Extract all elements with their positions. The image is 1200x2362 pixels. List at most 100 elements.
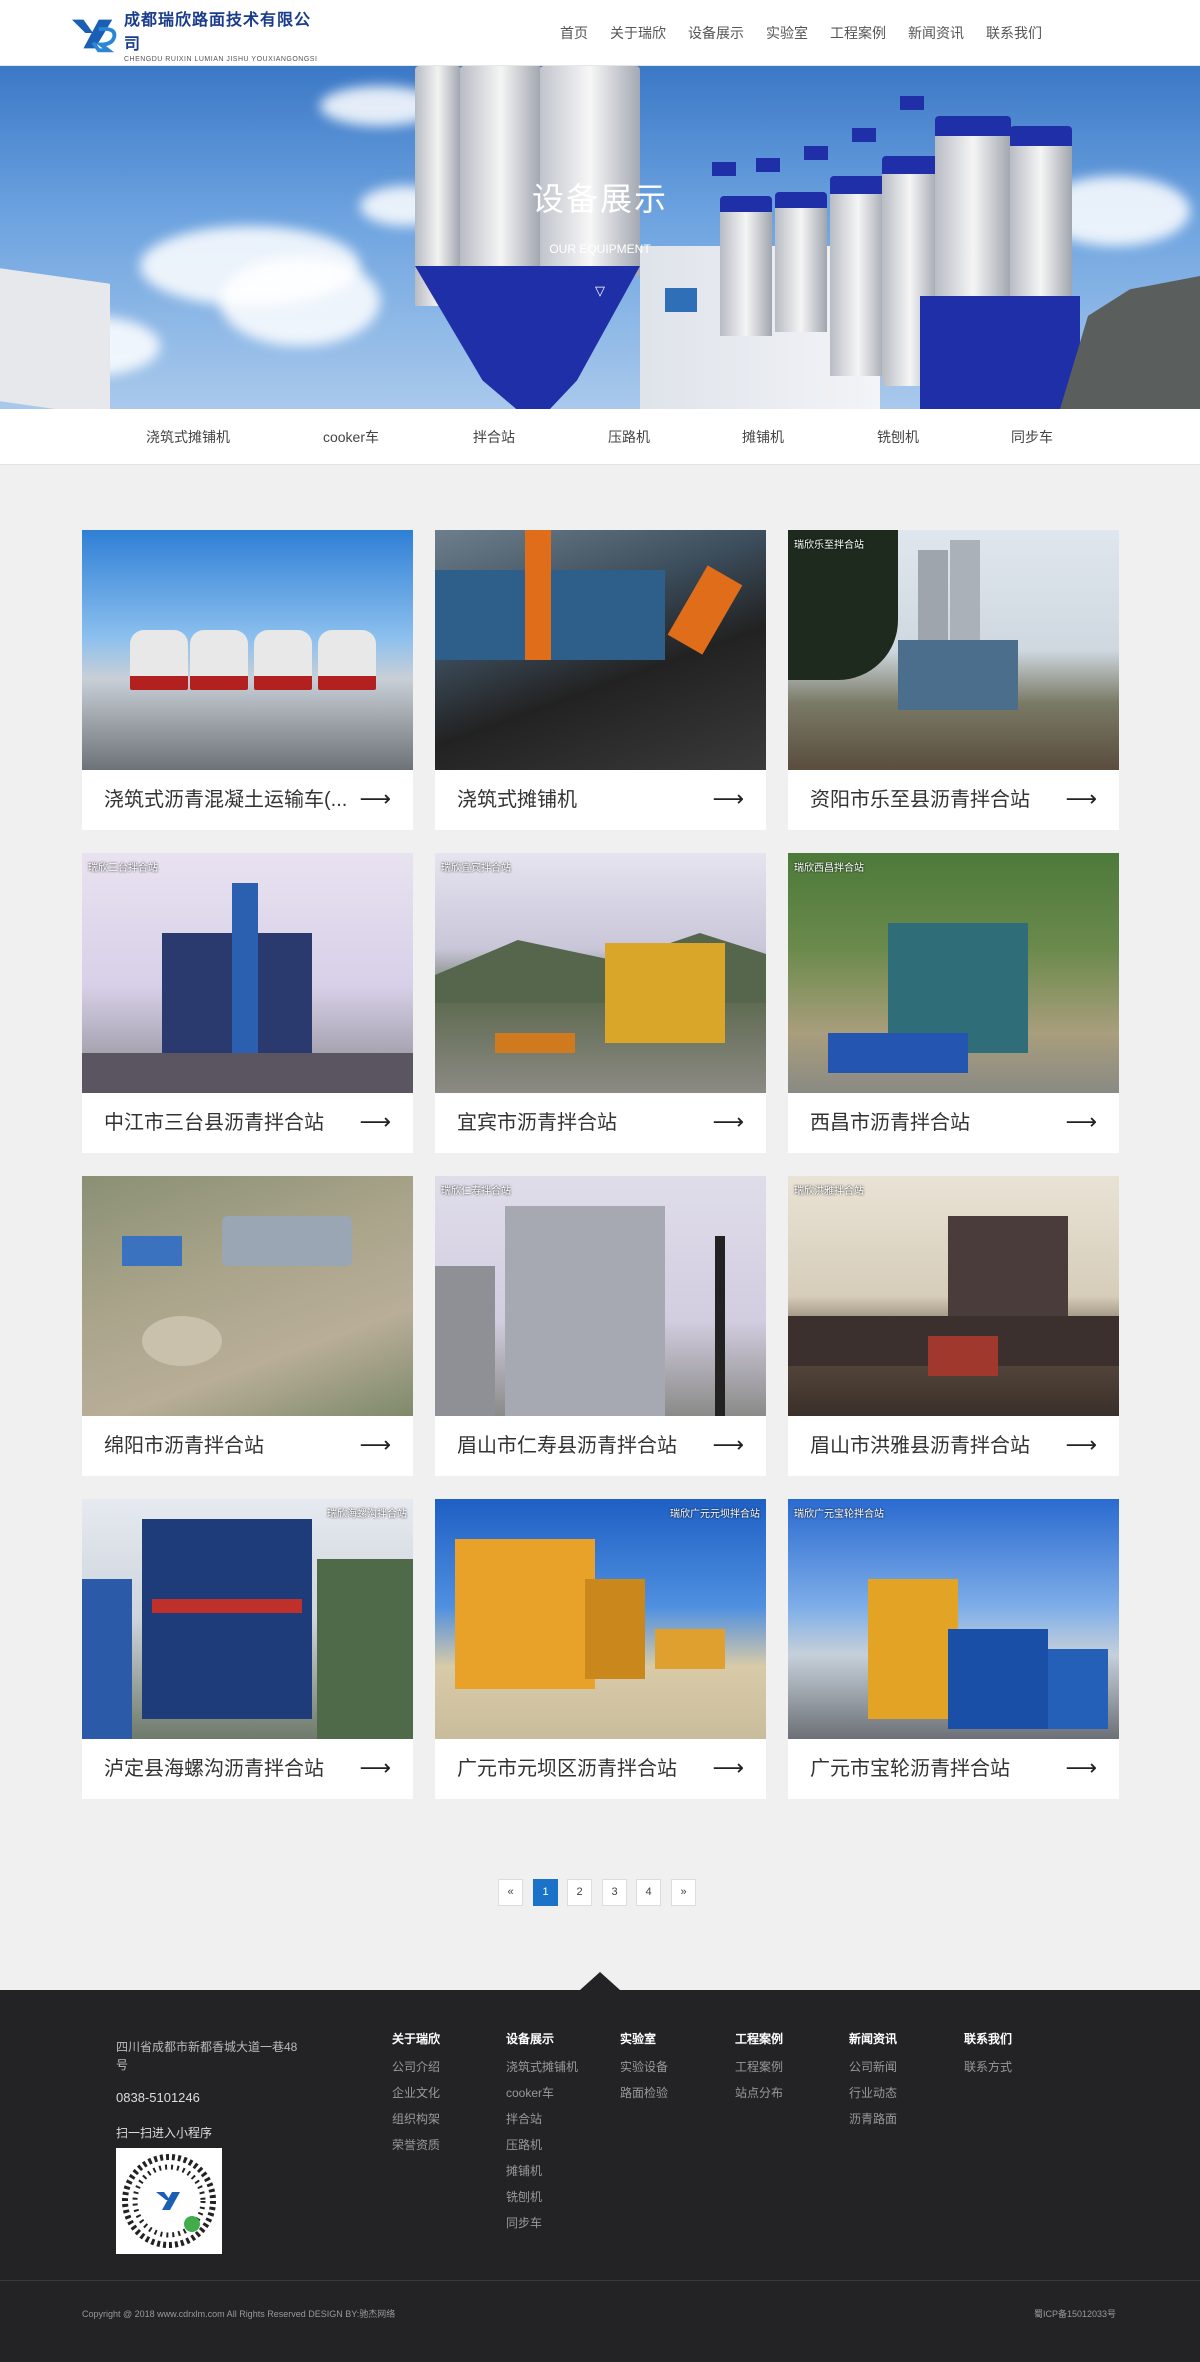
pagination-page[interactable]: 2 — [567, 1879, 592, 1906]
card-title[interactable]: 中江市三台县沥青拌合站 — [104, 1093, 364, 1153]
arrow-right-icon[interactable]: ⟶ — [712, 770, 744, 830]
footer-link[interactable]: 实验设备 — [620, 2058, 668, 2075]
footer-link[interactable]: cooker车 — [506, 2084, 554, 2101]
banner-subtitle: OUR EQUIPMENT — [549, 242, 651, 256]
footer-link[interactable]: 沥青路面 — [849, 2110, 897, 2127]
footer-phone: 0838-5101246 — [116, 2090, 200, 2105]
equipment-card[interactable]: 瑞欣三台拌合站 中江市三台县沥青拌合站 ⟶ — [82, 853, 413, 1153]
card-tag: 瑞欣三台拌合站 — [88, 863, 158, 874]
equipment-card[interactable]: 瑞欣西昌拌合站 西昌市沥青拌合站 ⟶ — [788, 853, 1119, 1153]
nav-contact[interactable]: 联系我们 — [986, 23, 1042, 43]
card-title[interactable]: 绵阳市沥青拌合站 — [104, 1416, 364, 1476]
footer-link[interactable]: 企业文化 — [392, 2084, 440, 2101]
card-title[interactable]: 宜宾市沥青拌合站 — [457, 1093, 717, 1153]
subnav-item-roller[interactable]: 压路机 — [608, 409, 650, 465]
equipment-card[interactable]: 瑞欣广元宝轮拌合站 广元市宝轮沥青拌合站 ⟶ — [788, 1499, 1119, 1799]
footer-link[interactable]: 同步车 — [506, 2214, 542, 2231]
card-title[interactable]: 资阳市乐至县沥青拌合站 — [810, 770, 1070, 830]
category-subnav: 浇筑式摊铺机 cooker车 拌合站 压路机 摊铺机 铣刨机 同步车 — [0, 409, 1200, 465]
pagination-prev[interactable]: « — [498, 1879, 523, 1906]
footer-link[interactable]: 铣刨机 — [506, 2188, 542, 2205]
nav-home[interactable]: 首页 — [560, 23, 588, 43]
footer-link[interactable]: 行业动态 — [849, 2084, 897, 2101]
card-title[interactable]: 眉山市洪雅县沥青拌合站 — [810, 1416, 1070, 1476]
footer-link[interactable]: 工程案例 — [735, 2058, 783, 2075]
arrow-right-icon[interactable]: ⟶ — [359, 770, 391, 830]
arrow-right-icon[interactable]: ⟶ — [359, 1416, 391, 1476]
footer-link[interactable]: 压路机 — [506, 2136, 542, 2153]
footer-copyright: Copyright @ 2018 www.cdrxlm.com All Righ… — [82, 2309, 396, 2319]
footer-col-title[interactable]: 新闻资讯 — [849, 2030, 897, 2047]
nav-cases[interactable]: 工程案例 — [830, 23, 886, 43]
company-logo[interactable]: 成都瑞欣路面技术有限公司 CHENGDU RUIXIN LUMIAN JISHU… — [70, 12, 320, 63]
subnav-item-pouring-paver[interactable]: 浇筑式摊铺机 — [146, 409, 230, 465]
pagination-page[interactable]: 3 — [602, 1879, 627, 1906]
footer-link[interactable]: 公司新闻 — [849, 2058, 897, 2075]
card-title[interactable]: 泸定县海螺沟沥青拌合站 — [104, 1739, 364, 1799]
arrow-right-icon[interactable]: ⟶ — [712, 1739, 744, 1799]
card-title[interactable]: 眉山市仁寿县沥青拌合站 — [457, 1416, 717, 1476]
equipment-card[interactable]: 瑞欣广元元坝拌合站 广元市元坝区沥青拌合站 ⟶ — [435, 1499, 766, 1799]
footer-qr-label: 扫一扫进入小程序 — [116, 2126, 213, 2140]
qr-code-icon — [122, 2154, 216, 2248]
equipment-card[interactable]: 瑞欣洪雅拌合站 眉山市洪雅县沥青拌合站 ⟶ — [788, 1176, 1119, 1476]
equipment-card[interactable]: 浇筑式摊铺机 ⟶ — [435, 530, 766, 830]
footer-link[interactable]: 荣誉资质 — [392, 2136, 440, 2153]
card-image — [435, 853, 766, 1093]
nav-lab[interactable]: 实验室 — [766, 23, 808, 43]
arrow-right-icon[interactable]: ⟶ — [1065, 1093, 1097, 1153]
pagination-next[interactable]: » — [671, 1879, 696, 1906]
equipment-card[interactable]: 瑞欣乐至拌合站 资阳市乐至县沥青拌合站 ⟶ — [788, 530, 1119, 830]
card-image — [788, 1176, 1119, 1416]
card-image — [435, 1499, 766, 1739]
arrow-right-icon[interactable]: ⟶ — [1065, 770, 1097, 830]
arrow-right-icon[interactable]: ⟶ — [712, 1416, 744, 1476]
footer-link[interactable]: 路面检验 — [620, 2084, 668, 2101]
subnav-item-milling[interactable]: 铣刨机 — [877, 409, 919, 465]
subnav-item-cooker[interactable]: cooker车 — [323, 409, 379, 465]
pagination-page[interactable]: 4 — [636, 1879, 661, 1906]
card-image — [82, 1499, 413, 1739]
footer-col-title[interactable]: 关于瑞欣 — [392, 2030, 440, 2047]
equipment-card[interactable]: 瑞欣宜宾拌合站 宜宾市沥青拌合站 ⟶ — [435, 853, 766, 1153]
pagination-page[interactable]: 1 — [533, 1879, 558, 1906]
subnav-item-mixing-plant[interactable]: 拌合站 — [473, 409, 515, 465]
equipment-card[interactable]: 瑞欣仁寿拌合站 眉山市仁寿县沥青拌合站 ⟶ — [435, 1176, 766, 1476]
main-nav: 首页 关于瑞欣 设备展示 实验室 工程案例 新闻资讯 联系我们 — [560, 0, 1064, 66]
footer-link[interactable]: 组织构架 — [392, 2110, 440, 2127]
subnav-item-sync-truck[interactable]: 同步车 — [1011, 409, 1053, 465]
nav-about[interactable]: 关于瑞欣 — [610, 23, 666, 43]
footer-link[interactable]: 浇筑式摊铺机 — [506, 2058, 578, 2075]
card-title[interactable]: 浇筑式摊铺机 — [457, 770, 717, 830]
scroll-down-icon[interactable]: ▽ — [593, 284, 607, 298]
arrow-right-icon[interactable]: ⟶ — [712, 1093, 744, 1153]
footer-link[interactable]: 摊铺机 — [506, 2162, 542, 2179]
card-title[interactable]: 广元市元坝区沥青拌合站 — [457, 1739, 717, 1799]
footer-col-title[interactable]: 设备展示 — [506, 2030, 554, 2047]
equipment-card[interactable]: 绵阳市沥青拌合站 ⟶ — [82, 1176, 413, 1476]
footer-col-title[interactable]: 实验室 — [620, 2030, 656, 2047]
card-title[interactable]: 浇筑式沥青混凝土运输车(... — [104, 770, 364, 830]
card-image — [435, 1176, 766, 1416]
card-tag: 瑞欣广元元坝拌合站 — [670, 1509, 760, 1520]
footer-link[interactable]: 拌合站 — [506, 2110, 542, 2127]
nav-news[interactable]: 新闻资讯 — [908, 23, 964, 43]
subnav-item-paver[interactable]: 摊铺机 — [742, 409, 784, 465]
footer-link[interactable]: 公司介绍 — [392, 2058, 440, 2075]
card-title[interactable]: 广元市宝轮沥青拌合站 — [810, 1739, 1070, 1799]
footer-link[interactable]: 联系方式 — [964, 2058, 1012, 2075]
footer-icp[interactable]: 蜀ICP备15012033号 — [1034, 2307, 1116, 2320]
arrow-right-icon[interactable]: ⟶ — [1065, 1416, 1097, 1476]
site-header: 成都瑞欣路面技术有限公司 CHENGDU RUIXIN LUMIAN JISHU… — [0, 0, 1200, 66]
nav-equipment[interactable]: 设备展示 — [688, 23, 744, 43]
card-image — [435, 530, 766, 770]
footer-col-title[interactable]: 工程案例 — [735, 2030, 783, 2047]
footer-col-title[interactable]: 联系我们 — [964, 2030, 1012, 2047]
arrow-right-icon[interactable]: ⟶ — [1065, 1739, 1097, 1799]
equipment-card[interactable]: 瑞欣海螺沟拌合站 泸定县海螺沟沥青拌合站 ⟶ — [82, 1499, 413, 1799]
arrow-right-icon[interactable]: ⟶ — [359, 1093, 391, 1153]
footer-link[interactable]: 站点分布 — [735, 2084, 783, 2101]
arrow-right-icon[interactable]: ⟶ — [359, 1739, 391, 1799]
equipment-card[interactable]: 浇筑式沥青混凝土运输车(... ⟶ — [82, 530, 413, 830]
card-title[interactable]: 西昌市沥青拌合站 — [810, 1093, 1070, 1153]
